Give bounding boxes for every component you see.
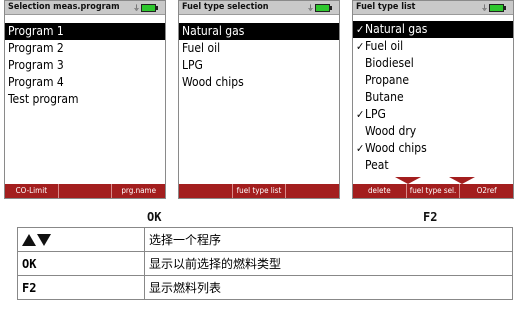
battery-icon: ⏚	[307, 4, 333, 12]
list-item-label: Peat	[365, 158, 389, 172]
softkey-bar: delete fuel type sel. O2ref	[353, 184, 513, 198]
list-item-natural-gas[interactable]: Natural gas	[179, 23, 339, 40]
list-item-label: Fuel oil	[365, 39, 404, 53]
list-item-lpg[interactable]: LPG	[179, 57, 339, 74]
softkey-co-limit[interactable]: CO-Limit	[5, 184, 58, 198]
titlebar: Fuel type selection ⏚	[179, 1, 339, 15]
arrow-up-icon	[22, 234, 36, 246]
softkey-empty-right[interactable]	[285, 184, 339, 198]
softkey-empty[interactable]	[57, 184, 112, 198]
list-item[interactable]: ✓Fuel oil	[353, 38, 513, 55]
list-item[interactable]: ✓Wood chips	[353, 140, 513, 157]
fuel-type-list: ✓Natural gas ✓Fuel oil Biodiesel Propane…	[353, 21, 513, 174]
legend-key: OK	[17, 251, 145, 276]
check-icon: ✓	[356, 40, 365, 53]
softkey-fuel-type-sel[interactable]: fuel type sel.	[405, 184, 460, 198]
list-item-label: Butane	[365, 90, 404, 104]
program-list: Program 1 Program 2 Program 3 Program 4 …	[5, 23, 165, 108]
table-row: OK 显示以前选择的燃料类型	[17, 251, 513, 276]
list-item-label: Biodiesel	[365, 56, 414, 70]
list-item-program-1[interactable]: Program 1	[5, 23, 165, 40]
scroll-down-arrow-icon	[449, 177, 475, 184]
list-item[interactable]: ✓Natural gas	[353, 21, 513, 38]
check-icon: ✓	[356, 23, 365, 36]
list-item[interactable]: Biodiesel	[353, 55, 513, 72]
list-item-wood-chips[interactable]: Wood chips	[179, 74, 339, 91]
arrow-down-icon	[37, 234, 51, 246]
list-item[interactable]: Butane	[353, 89, 513, 106]
titlebar: Fuel type list ⏚	[353, 1, 513, 15]
list-item-label: Propane	[365, 73, 410, 87]
softkey-o2ref[interactable]: O2ref	[459, 184, 513, 198]
table-row: 选择一个程序	[17, 227, 513, 252]
softkey-prg-name[interactable]: prg.name	[111, 184, 165, 198]
list-item-program-2[interactable]: Program 2	[5, 40, 165, 57]
scroll-down-arrow-icon	[395, 177, 421, 184]
fuel-type-list-screen: Fuel type list ⏚ ✓Natural gas ✓Fuel oil …	[352, 0, 514, 199]
battery-icon: ⏚	[481, 4, 507, 12]
check-icon: ✓	[356, 108, 365, 121]
caption-f2: F2	[423, 210, 438, 224]
softkey-delete[interactable]: delete	[353, 184, 406, 198]
list-item[interactable]: Wood dry	[353, 123, 513, 140]
legend-desc: 显示燃料列表	[144, 275, 513, 300]
list-item-label: Wood dry	[365, 124, 417, 138]
list-item-label: Natural gas	[365, 22, 428, 36]
battery-icon: ⏚	[133, 4, 159, 12]
legend-key: F2	[17, 275, 145, 300]
titlebar: Selection meas.program ⏚	[5, 1, 165, 15]
list-item[interactable]: Propane	[353, 72, 513, 89]
softkey-empty-left[interactable]	[179, 184, 232, 198]
legend-desc: 选择一个程序	[144, 227, 513, 252]
screen-title: Selection meas.program	[8, 2, 120, 12]
list-item-label: LPG	[365, 107, 386, 121]
list-item-fuel-oil[interactable]: Fuel oil	[179, 40, 339, 57]
legend-key	[17, 227, 145, 252]
list-item[interactable]: Peat	[353, 157, 513, 174]
screen-title: Fuel type list	[356, 2, 416, 12]
softkey-bar: CO-Limit prg.name	[5, 184, 165, 198]
list-item[interactable]: ✓LPG	[353, 106, 513, 123]
legend-desc: 显示以前选择的燃料类型	[144, 251, 513, 276]
softkey-bar: fuel type list	[179, 184, 339, 198]
fuel-type-selection-screen: Fuel type selection ⏚ Natural gas Fuel o…	[178, 0, 340, 199]
list-item-program-4[interactable]: Program 4	[5, 74, 165, 91]
list-item-program-3[interactable]: Program 3	[5, 57, 165, 74]
softkey-fuel-type-list[interactable]: fuel type list	[231, 184, 286, 198]
list-item-test-program[interactable]: Test program	[5, 91, 165, 108]
program-selection-screen: Selection meas.program ⏚ Program 1 Progr…	[4, 0, 166, 199]
screen-title: Fuel type selection	[182, 2, 269, 12]
table-row: F2 显示燃料列表	[17, 275, 513, 300]
check-icon: ✓	[356, 142, 365, 155]
list-item-label: Wood chips	[365, 141, 427, 155]
fuel-list: Natural gas Fuel oil LPG Wood chips	[179, 23, 339, 91]
caption-ok: OK	[147, 210, 162, 224]
key-legend-table: 选择一个程序 OK 显示以前选择的燃料类型 F2 显示燃料列表	[17, 227, 513, 300]
